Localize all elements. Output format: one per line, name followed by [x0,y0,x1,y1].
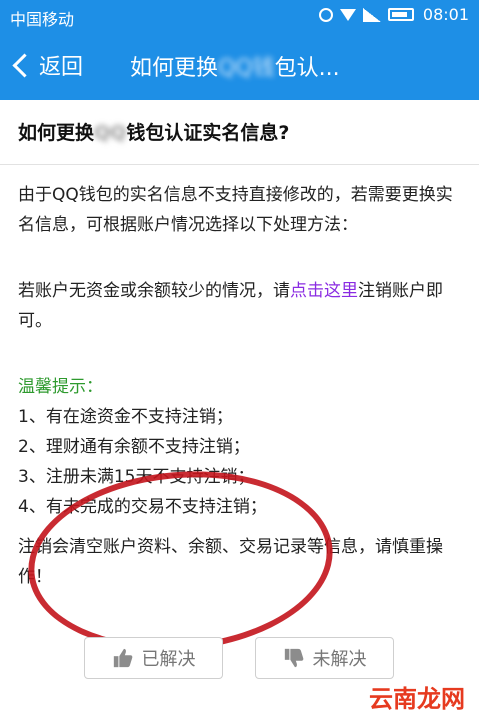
divider [0,164,479,165]
thumbs-up-icon [113,648,132,668]
status-bar: 中国移动 08:01 [0,0,479,32]
list-item: 1、有在途资金不支持注销； [18,407,233,427]
article-title-part: 如何更换 [18,122,95,144]
wifi-icon [339,8,356,21]
paragraph-text: 若账户无资金或余额较少的情况，请 [18,281,290,301]
thumbs-down-icon [284,648,303,668]
watermark-logo: 云南龙网 [369,685,465,713]
battery-icon [387,8,414,21]
page-title: 如何更换QQ钱包认... [130,50,340,82]
paragraph-intro: 由于QQ钱包的实名信息不支持直接修改的，若需要更换实名信息，可根据账户情况选择以… [18,185,453,235]
title-bar: 返回 如何更换QQ钱包认... [0,32,479,100]
article-title-blurred: QQ [94,122,127,144]
article-title: 如何更换QQ钱包认证实名信息? [18,118,289,145]
signal-icon [362,7,381,22]
status-icons: 08:01 [318,5,469,24]
tips-heading: 温馨提示： [18,377,103,397]
back-button[interactable]: 返回 [8,47,83,83]
page-title-blurred: QQ钱 [218,56,275,81]
solved-label: 已解决 [141,649,196,670]
page-title-part: 包认... [274,56,340,81]
back-chevron-icon [12,52,37,78]
list-item: 2、理财通有余额不支持注销； [18,437,250,457]
click-here-link[interactable]: 点击这里 [290,281,358,301]
unsolved-button[interactable]: 未解决 [255,637,394,679]
back-label: 返回 [39,55,84,80]
page-title-part: 如何更换 [130,56,219,81]
article-title-part: 钱包认证实名信息? [126,122,290,144]
carrier-label: 中国移动 [10,10,75,29]
clock-time: 08:01 [422,5,469,24]
solved-button[interactable]: 已解决 [84,637,223,679]
alarm-icon [318,7,333,22]
paragraph-cancel: 若账户无资金或余额较少的情况，请点击这里注销账户即可。 [18,276,463,336]
unsolved-label: 未解决 [312,649,367,670]
